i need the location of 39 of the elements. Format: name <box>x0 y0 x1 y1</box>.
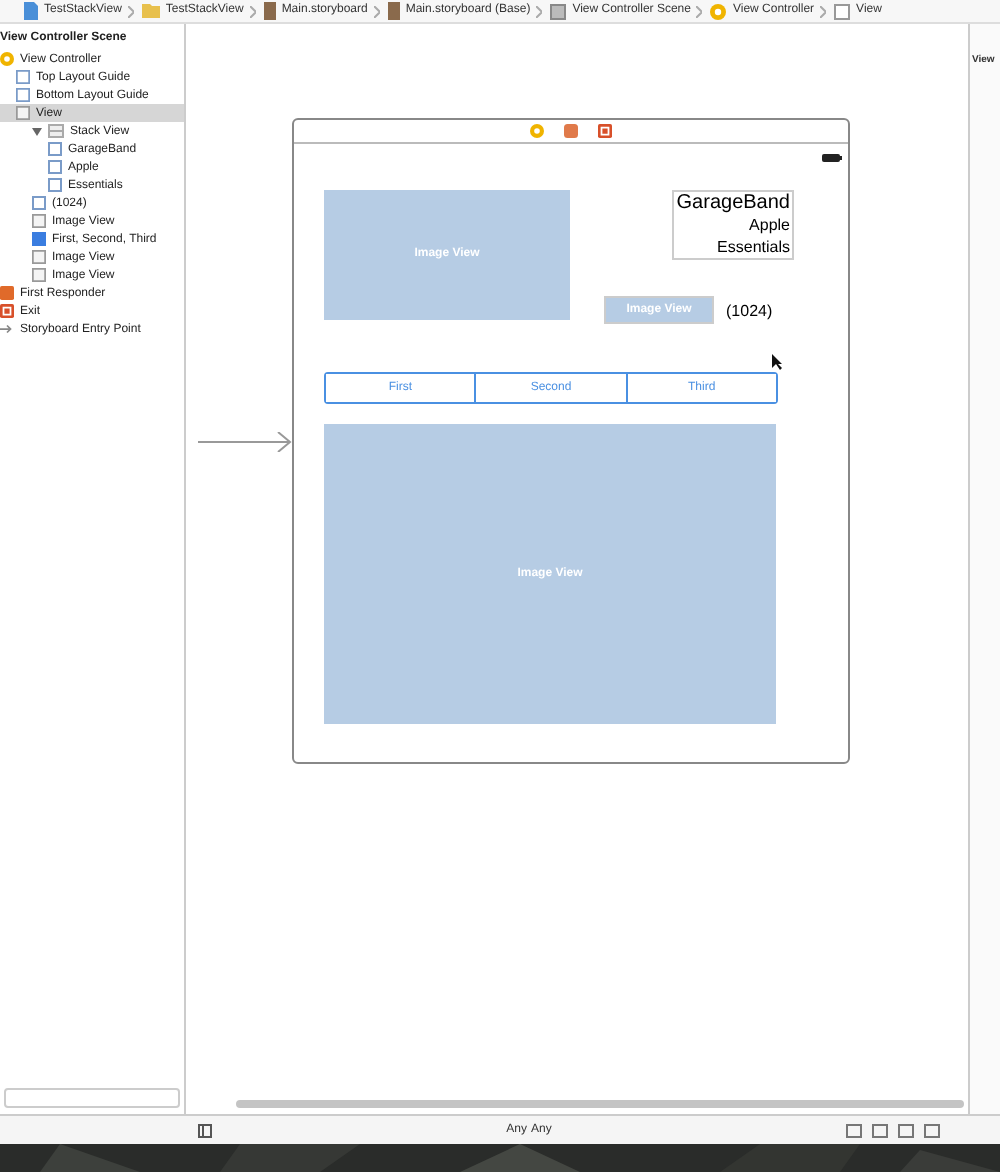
battery-icon <box>822 154 842 162</box>
square-icon <box>32 250 46 264</box>
chevron-icon <box>536 5 543 17</box>
chevron-icon <box>249 5 256 17</box>
square-icon <box>16 88 30 102</box>
filter-field[interactable] <box>4 1088 180 1108</box>
resolve-icon[interactable] <box>898 1123 914 1137</box>
stack-label: Apple <box>749 214 790 236</box>
scene-icon <box>550 3 567 19</box>
square-icon <box>32 214 46 228</box>
scrollbar[interactable] <box>236 1100 964 1108</box>
document-icon <box>387 2 400 20</box>
align-icon[interactable] <box>846 1123 862 1137</box>
entry-arrow <box>198 432 292 452</box>
square-icon <box>16 70 30 84</box>
cube-icon <box>564 124 578 138</box>
chevron-icon <box>373 5 380 17</box>
stack-label: GarageBand <box>676 192 790 214</box>
square-icon <box>16 106 30 120</box>
disclosure-icon[interactable] <box>32 127 42 135</box>
folder-icon <box>141 4 160 18</box>
exit-icon <box>598 124 612 138</box>
pin-icon[interactable] <box>872 1123 888 1137</box>
chevron-icon <box>820 5 827 17</box>
chevron-icon <box>696 5 703 17</box>
document-icon <box>263 2 276 20</box>
circle-icon <box>530 124 544 138</box>
cursor-icon <box>772 354 782 370</box>
sidebar-toggle-icon[interactable] <box>198 1123 212 1137</box>
arrow-icon <box>0 322 14 336</box>
stack-label: Essentials <box>717 236 790 258</box>
resize-icon[interactable] <box>924 1123 940 1137</box>
square-icon <box>32 268 46 282</box>
cube-icon <box>0 286 14 300</box>
segmented-icon <box>32 232 46 246</box>
file-icon <box>24 2 38 20</box>
chevron-icon <box>127 5 134 17</box>
stack-icon <box>48 124 64 138</box>
count-label: (1024) <box>726 300 773 324</box>
